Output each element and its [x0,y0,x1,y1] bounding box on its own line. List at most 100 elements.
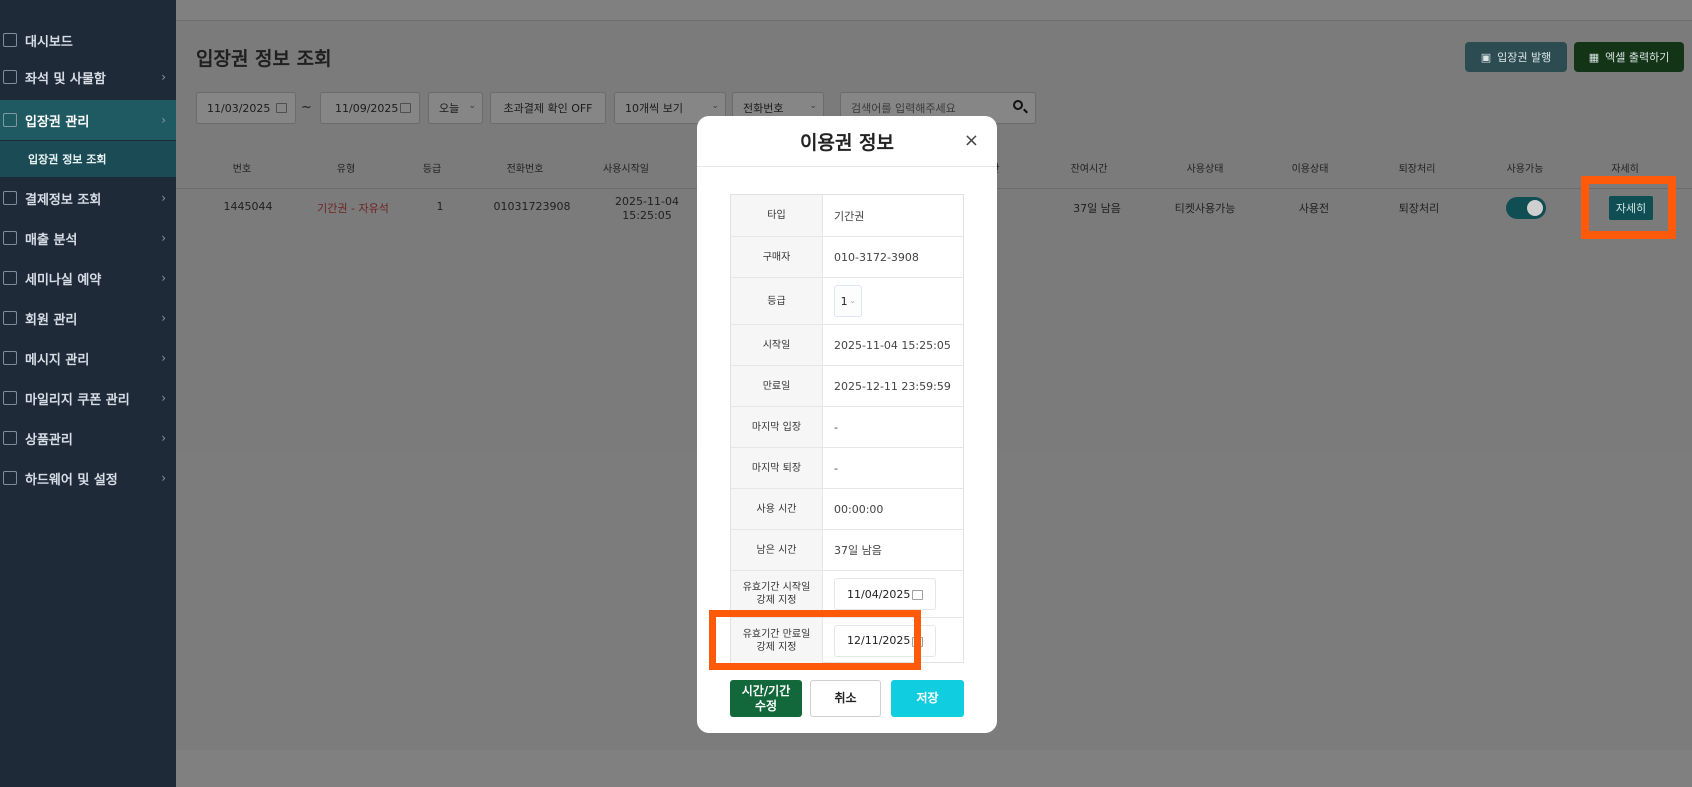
divider [697,166,997,167]
chevron-right-icon: › [161,311,166,325]
page-size-value: 10개씩 보기 [625,102,683,115]
sidebar-item-label: 하드웨어 및 설정 [25,472,118,488]
info-row-expiry: 만료일 2025-12-11 23:59:59 [731,365,963,406]
info-value: 37일 남음 [834,544,882,557]
modal-title: 이용권 정보 [799,132,894,154]
cell-phone: 01031723908 [493,200,571,213]
chevron-down-icon: ⌄ [711,101,719,111]
info-label: 타입 [731,195,823,236]
close-icon[interactable]: × [964,130,979,151]
column-header-phone: 전화번호 [506,164,544,175]
excel-export-button[interactable]: ▦ 엑셀 출력하기 [1574,42,1684,72]
search-placeholder: 검색어를 입력해주세요 [851,102,956,115]
chevron-right-icon: › [161,431,166,445]
sidebar-item-label: 상품관리 [25,432,73,448]
search-icon[interactable] [1013,100,1023,110]
cell-exit[interactable]: 퇴장처리 [1399,200,1439,216]
mail-icon [3,351,17,365]
sidebar-item-seats[interactable]: 좌석 및 사물함 › [0,57,176,97]
chevron-right-icon: › [161,391,166,405]
info-value: - [834,461,838,475]
sidebar-item-messages[interactable]: 메시지 관리 › [0,338,176,378]
sidebar-item-members[interactable]: 회원 관리 › [0,298,176,338]
dashboard-icon [3,33,17,47]
toggle-knob [1527,200,1543,216]
column-header-grade: 등급 [422,164,442,175]
info-label: 마지막 퇴장 [731,448,823,488]
chevron-right-icon: › [161,231,166,245]
info-label: 만료일 [731,366,823,406]
end-date-input[interactable]: 11/09/2025 [320,92,420,124]
sidebar-item-label: 좌석 및 사물함 [25,71,106,87]
save-icon: ▣ [1480,50,1492,64]
edit-time-button[interactable]: 시간/기간 수정 [730,680,802,717]
sidebar-item-label: 대시보드 [25,34,73,50]
info-row-last-exit: 마지막 퇴장 - [731,447,963,488]
sidebar-item-sales[interactable]: 매출 분석 › [0,218,176,258]
sidebar-item-seminar[interactable]: 세미나실 예약 › [0,258,176,298]
sidebar-item-label: 결제정보 조회 [25,192,102,208]
info-row-buyer: 구매자 010-3172-3908 [731,236,963,277]
sidebar-item-hardware[interactable]: 하드웨어 및 설정 › [0,458,176,498]
info-label: 구매자 [731,237,823,277]
info-value: 00:00:00 [834,502,884,516]
sidebar-item-dashboard[interactable]: 대시보드 [0,20,176,60]
sidebar-subitem-ticket-info[interactable]: 입장권 정보 조회 [0,141,176,177]
info-value: - [834,420,838,434]
sidebar-item-label: 메시지 관리 [25,352,90,368]
period-value: 오늘 [439,102,460,115]
coupon-icon [3,391,17,405]
period-select[interactable]: 오늘 ⌄ [428,92,483,124]
issue-ticket-button[interactable]: ▣ 입장권 발행 [1465,42,1567,72]
info-label: 사용 시간 [731,489,823,529]
sidebar-item-tickets[interactable]: 입장권 관리 › [0,100,176,140]
excel-export-label: 엑셀 출력하기 [1605,51,1670,64]
search-type-value: 전화번호 [743,102,784,115]
chevron-down-icon: ⌄ [809,101,817,111]
sidebar-item-label: 마일리지 쿠폰 관리 [25,392,130,408]
sidebar-item-label: 회원 관리 [25,312,78,328]
seat-icon [3,70,17,84]
start-date-value: 11/03/2025 [207,101,271,115]
card-icon [3,191,17,205]
info-row-grade: 등급 1 ⌄ [731,277,963,324]
date-range-separator: ~ [301,100,312,115]
sidebar-item-payments[interactable]: 결제정보 조회 › [0,178,176,218]
sidebar-item-label: 세미나실 예약 [25,272,102,288]
info-row-start: 시작일 2025-11-04 15:25:05 [731,324,963,365]
users-icon [3,311,17,325]
column-header-type: 유형 [336,164,356,175]
sidebar-item-label: 입장권 관리 [25,114,90,130]
valid-start-date-input[interactable]: 11/04/2025 [834,578,936,610]
column-header-start-date: 사용시작일 [603,164,649,175]
cell-status: 티켓사용가능 [1174,202,1236,215]
overpay-toggle-button[interactable]: 초과결제 확인 OFF [490,92,606,124]
cell-start-time: 15:25:05 [622,209,672,222]
chevron-right-icon: › [161,191,166,205]
cell-number: 1445044 [223,200,273,213]
save-button[interactable]: 저장 [891,680,964,717]
chart-icon [3,231,17,245]
sidebar-item-mileage[interactable]: 마일리지 쿠폰 관리 › [0,378,176,418]
chevron-right-icon: › [161,113,166,127]
column-header-number: 번호 [232,164,252,175]
gear-icon [3,471,17,485]
info-label: 마지막 입장 [731,407,823,447]
end-date-value: 11/09/2025 [335,101,399,115]
cancel-button[interactable]: 취소 [810,680,881,717]
grade-select[interactable]: 1 ⌄ [834,285,862,317]
info-row-remaining: 남은 시간 37일 남음 [731,529,963,570]
cell-type: 기간권 - 자유석 [317,202,389,215]
sidebar: 대시보드 좌석 및 사물함 › 입장권 관리 › 입장권 정보 조회 결제정보 … [0,0,176,787]
issue-ticket-label: 입장권 발행 [1497,51,1552,64]
chevron-right-icon: › [161,351,166,365]
info-label: 시작일 [731,325,823,365]
highlight-valid-end-row [709,610,921,670]
start-date-input[interactable]: 11/03/2025 [196,92,296,124]
info-value: 기간권 [834,209,865,223]
sidebar-item-products[interactable]: 상품관리 › [0,418,176,458]
calendar-icon [276,103,287,113]
cell-start-date: 2025-11-04 [615,195,679,208]
info-value: 2025-12-11 23:59:59 [834,379,951,393]
available-toggle[interactable] [1506,197,1546,219]
